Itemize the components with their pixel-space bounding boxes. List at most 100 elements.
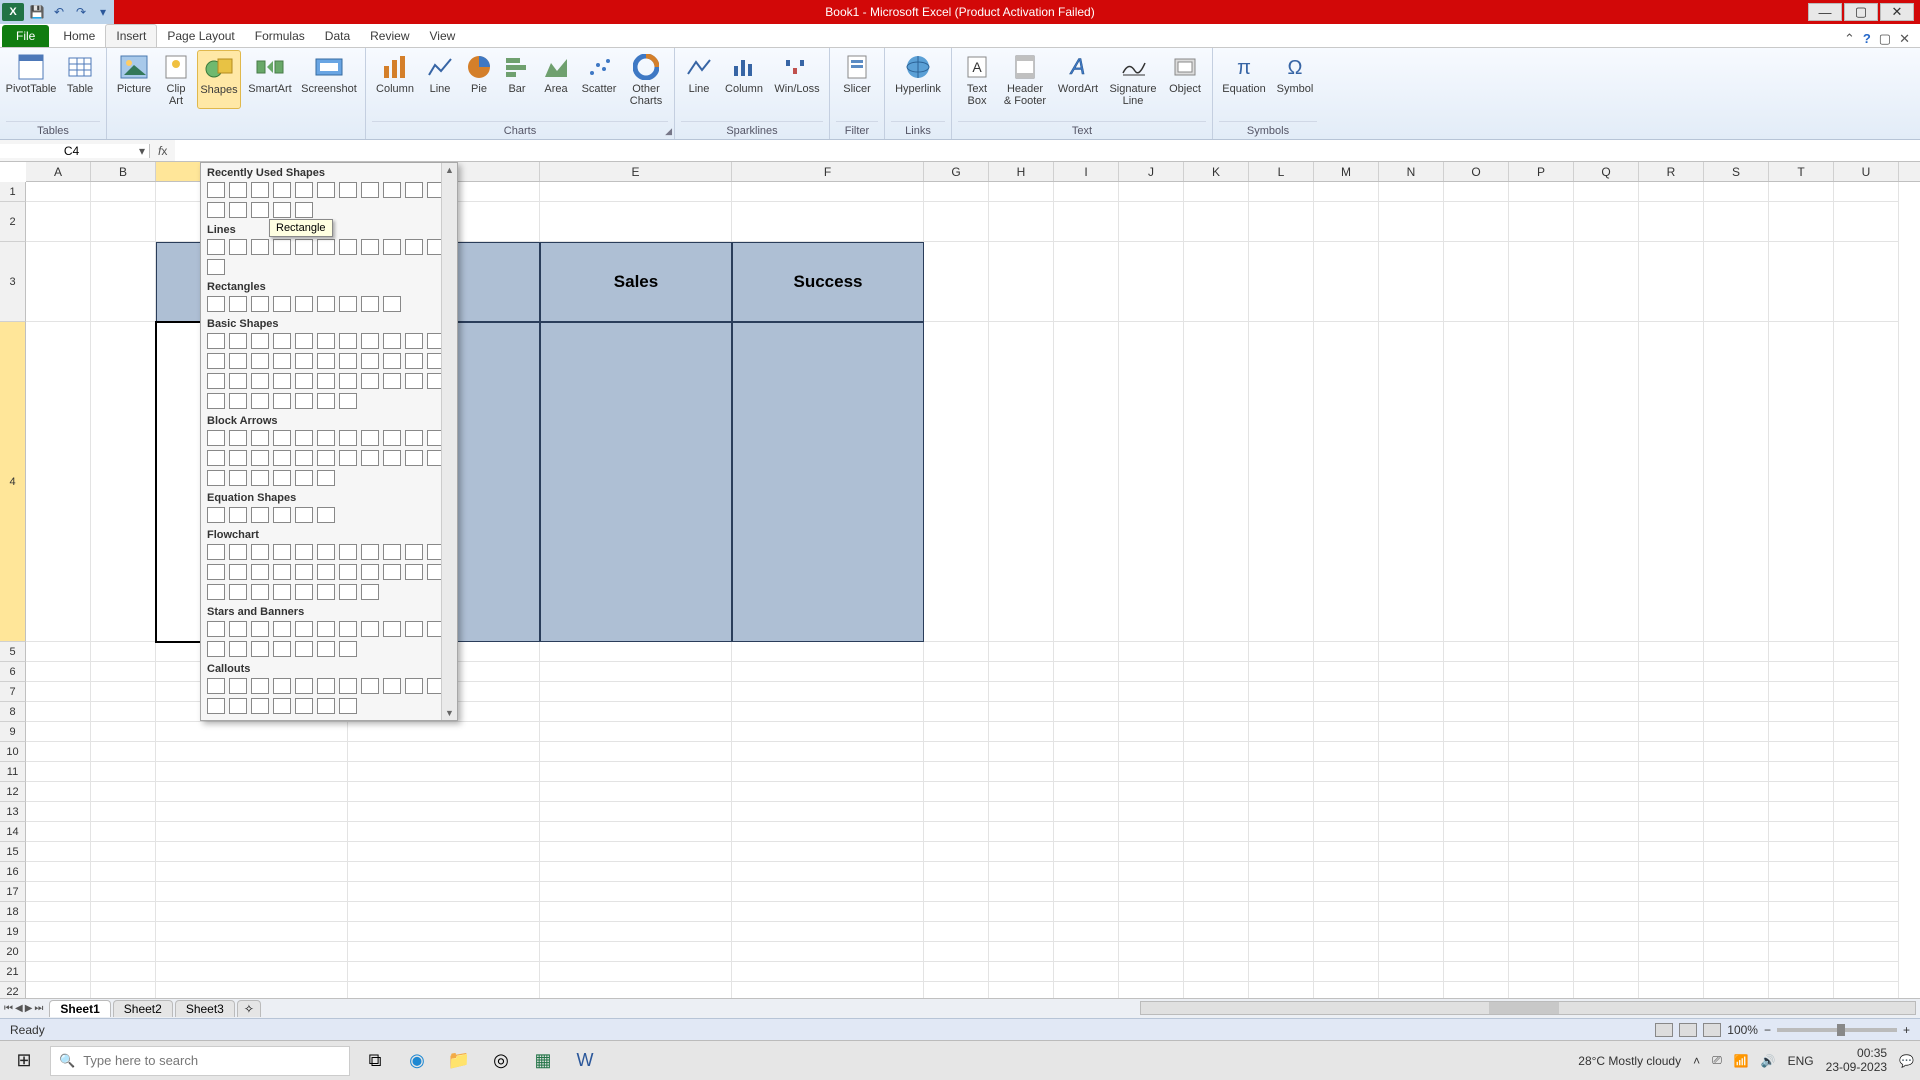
cell-I15[interactable] <box>1054 842 1119 862</box>
cell-O22[interactable] <box>1444 982 1509 998</box>
cell-Q9[interactable] <box>1574 722 1639 742</box>
cell-K20[interactable] <box>1184 942 1249 962</box>
shape-item[interactable] <box>339 641 357 657</box>
signature-line-button[interactable]: Signature Line <box>1106 50 1160 109</box>
shape-item[interactable] <box>229 507 247 523</box>
cell-K21[interactable] <box>1184 962 1249 982</box>
col-header-P[interactable]: P <box>1509 162 1574 181</box>
cell-M9[interactable] <box>1314 722 1379 742</box>
cell-G19[interactable] <box>924 922 989 942</box>
cell-F14[interactable] <box>732 822 924 842</box>
row-header-1[interactable]: 1 <box>0 182 26 202</box>
task-view-icon[interactable]: ⧉ <box>358 1046 392 1076</box>
cell-f3-header[interactable]: Success <box>732 242 924 322</box>
shape-item[interactable] <box>317 182 335 198</box>
shapes-button[interactable]: Shapes <box>197 50 241 109</box>
cell-G7[interactable] <box>924 682 989 702</box>
shape-item[interactable] <box>339 678 357 694</box>
cell-I4[interactable] <box>1054 322 1119 642</box>
col-header-L[interactable]: L <box>1249 162 1314 181</box>
cell-M20[interactable] <box>1314 942 1379 962</box>
row-header-5[interactable]: 5 <box>0 642 26 662</box>
cell-F20[interactable] <box>732 942 924 962</box>
cell-B3[interactable] <box>91 242 156 322</box>
shape-item[interactable] <box>383 239 401 255</box>
cell-M21[interactable] <box>1314 962 1379 982</box>
cell-G13[interactable] <box>924 802 989 822</box>
cell-P10[interactable] <box>1509 742 1574 762</box>
sheet-tab-1[interactable]: Sheet1 <box>49 1000 110 1017</box>
weather-widget[interactable]: 28°C Mostly cloudy <box>1578 1054 1681 1068</box>
shape-item[interactable] <box>273 393 291 409</box>
chart-pie-button[interactable]: Pie <box>462 50 496 109</box>
row-header-19[interactable]: 19 <box>0 922 26 942</box>
charts-dialog-launcher[interactable]: ◢ <box>665 126 672 137</box>
cell-U18[interactable] <box>1834 902 1899 922</box>
shape-item[interactable] <box>339 353 357 369</box>
cell-D21[interactable] <box>348 962 540 982</box>
col-header-T[interactable]: T <box>1769 162 1834 181</box>
cell-U8[interactable] <box>1834 702 1899 722</box>
cell-I10[interactable] <box>1054 742 1119 762</box>
cell-N9[interactable] <box>1379 722 1444 742</box>
cell-M4[interactable] <box>1314 322 1379 642</box>
cell-H10[interactable] <box>989 742 1054 762</box>
cell-A20[interactable] <box>26 942 91 962</box>
shape-item[interactable] <box>317 373 335 389</box>
row-header-15[interactable]: 15 <box>0 842 26 862</box>
row-header-20[interactable]: 20 <box>0 942 26 962</box>
cell-J3[interactable] <box>1119 242 1184 322</box>
cell-G11[interactable] <box>924 762 989 782</box>
shape-item[interactable] <box>361 564 379 580</box>
shape-item[interactable] <box>251 333 269 349</box>
shape-item[interactable] <box>405 182 423 198</box>
cell-O10[interactable] <box>1444 742 1509 762</box>
cell-D19[interactable] <box>348 922 540 942</box>
cell-O11[interactable] <box>1444 762 1509 782</box>
cell-O5[interactable] <box>1444 642 1509 662</box>
cell-B4[interactable] <box>91 322 156 642</box>
cell-B2[interactable] <box>91 202 156 242</box>
cell-M8[interactable] <box>1314 702 1379 722</box>
shape-item[interactable] <box>295 239 313 255</box>
shape-item[interactable] <box>273 450 291 466</box>
shape-item[interactable] <box>339 182 357 198</box>
cell-J20[interactable] <box>1119 942 1184 962</box>
cell-S13[interactable] <box>1704 802 1769 822</box>
cell-H15[interactable] <box>989 842 1054 862</box>
name-box-input[interactable] <box>4 144 139 158</box>
cell-M6[interactable] <box>1314 662 1379 682</box>
cell-O2[interactable] <box>1444 202 1509 242</box>
cell-R3[interactable] <box>1639 242 1704 322</box>
cell-G1[interactable] <box>924 182 989 202</box>
cell-E19[interactable] <box>540 922 732 942</box>
row-header-8[interactable]: 8 <box>0 702 26 722</box>
cell-B13[interactable] <box>91 802 156 822</box>
tray-chevron-icon[interactable]: ˄ <box>1693 1054 1700 1068</box>
name-box[interactable]: ▾ <box>0 144 150 158</box>
cell-G15[interactable] <box>924 842 989 862</box>
cell-M13[interactable] <box>1314 802 1379 822</box>
cell-R11[interactable] <box>1639 762 1704 782</box>
cell-C21[interactable] <box>156 962 348 982</box>
cell-S1[interactable] <box>1704 182 1769 202</box>
shape-item[interactable] <box>207 450 225 466</box>
shape-item[interactable] <box>361 353 379 369</box>
cell-J16[interactable] <box>1119 862 1184 882</box>
cell-S6[interactable] <box>1704 662 1769 682</box>
shape-item[interactable] <box>207 333 225 349</box>
cell-A7[interactable] <box>26 682 91 702</box>
cell-S10[interactable] <box>1704 742 1769 762</box>
cell-S11[interactable] <box>1704 762 1769 782</box>
cell-G9[interactable] <box>924 722 989 742</box>
cell-R20[interactable] <box>1639 942 1704 962</box>
shape-item[interactable] <box>317 470 335 486</box>
word-taskbar-icon[interactable]: W <box>568 1046 602 1076</box>
cell-I1[interactable] <box>1054 182 1119 202</box>
shape-item[interactable] <box>229 182 247 198</box>
shape-item[interactable] <box>273 564 291 580</box>
cell-Q12[interactable] <box>1574 782 1639 802</box>
qat-dropdown-icon[interactable]: ▾ <box>94 3 112 21</box>
shape-item[interactable] <box>339 450 357 466</box>
shape-item[interactable] <box>361 333 379 349</box>
